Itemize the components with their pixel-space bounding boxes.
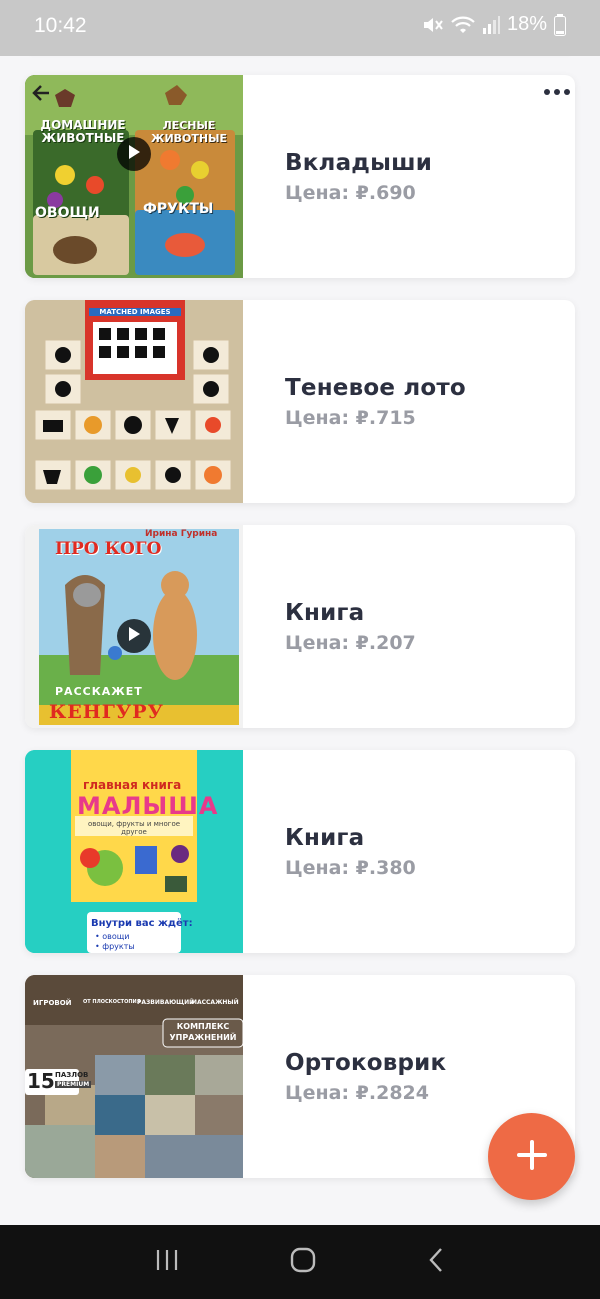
thumb-label-top-right: ЛЕСНЫЕ ЖИВОТНЫЕ bbox=[150, 119, 228, 145]
product-info: Вкладыши Цена: ₽.690 bbox=[243, 75, 432, 278]
mute-icon bbox=[422, 15, 444, 35]
tag-1: ИГРОВОЙ bbox=[33, 999, 72, 1007]
product-price: Цена: ₽.690 bbox=[285, 181, 416, 204]
home-icon[interactable] bbox=[289, 1246, 317, 1278]
battery-icon bbox=[554, 13, 566, 36]
status-time: 10:42 bbox=[34, 14, 87, 37]
inside-bullet-1: • овощи bbox=[95, 932, 130, 941]
puzzle-count: 15 bbox=[27, 1069, 55, 1093]
product-image: Ирина Гурина ПРО КОГО РАССКАЖЕТ КЕНГУРУ bbox=[25, 525, 243, 728]
book-title-big: МАЛЫША bbox=[77, 792, 219, 820]
product-image: ДОМАШНИЕ ЖИВОТНЫЕ ЛЕСНЫЕ ЖИВОТНЫЕ ОВОЩИ … bbox=[25, 75, 243, 278]
puzzle-count-label: ПАЗЛОВ bbox=[55, 1071, 89, 1079]
system-nav-bar bbox=[0, 1225, 600, 1299]
play-button[interactable] bbox=[117, 619, 151, 653]
product-price: Цена: ₽.207 bbox=[285, 631, 416, 654]
complex-badge: КОМПЛЕКС УПРАЖНЕНИЙ bbox=[169, 1022, 237, 1042]
product-card[interactable]: главная книга МАЛЫША овощи, фрукты и мно… bbox=[25, 750, 575, 953]
product-info: Теневое лото Цена: ₽.715 bbox=[243, 300, 466, 503]
product-image: ИГРОВОЙ ОТ ПЛОСКОСТОПИЯ РАЗВИВАЮЩИЙ МАСС… bbox=[25, 975, 243, 1178]
book-title-small: главная книга bbox=[83, 778, 182, 792]
play-icon bbox=[127, 144, 141, 164]
play-icon bbox=[127, 626, 141, 646]
inside-label: Внутри вас ждёт: bbox=[91, 918, 193, 929]
book-subtitle: овощи, фрукты и многое другое bbox=[87, 820, 181, 836]
plus-icon bbox=[516, 1139, 548, 1175]
book-title-mid: РАССКАЖЕТ bbox=[55, 685, 143, 698]
more-icon bbox=[543, 77, 571, 102]
thumb-label-bottom-left: ОВОЩИ bbox=[35, 205, 100, 221]
thumb-label-bottom-right: ФРУКТЫ bbox=[143, 201, 214, 217]
signal-icon bbox=[482, 15, 500, 35]
back-icon[interactable] bbox=[426, 1246, 446, 1278]
product-price: Цена: ₽.715 bbox=[285, 406, 416, 429]
product-card[interactable]: MATCHED IMAGES Теневое лото Цена: ₽.715 bbox=[25, 300, 575, 503]
product-info: Ортоковрик Цена: ₽.2824 bbox=[243, 975, 446, 1178]
product-title: Теневое лото bbox=[285, 374, 466, 401]
book-author: Ирина Гурина bbox=[145, 529, 218, 539]
add-button[interactable] bbox=[488, 1113, 575, 1200]
play-button[interactable] bbox=[117, 137, 151, 171]
product-image: MATCHED IMAGES bbox=[25, 300, 243, 503]
box-label: MATCHED IMAGES bbox=[89, 308, 181, 316]
product-card[interactable]: ДОМАШНИЕ ЖИВОТНЫЕ ЛЕСНЫЕ ЖИВОТНЫЕ ОВОЩИ … bbox=[25, 75, 575, 278]
product-image: главная книга МАЛЫША овощи, фрукты и мно… bbox=[25, 750, 243, 953]
product-title: Книга bbox=[285, 824, 365, 851]
product-info: Книга Цена: ₽.207 bbox=[243, 525, 416, 728]
book-title-top: ПРО КОГО bbox=[55, 539, 162, 559]
tag-2: ОТ ПЛОСКОСТОПИЯ bbox=[83, 999, 141, 1005]
status-icons: 18% bbox=[422, 13, 566, 36]
battery-percent: 18% bbox=[506, 13, 547, 35]
product-title: Ортоковрик bbox=[285, 1049, 447, 1076]
book-title-bottom: КЕНГУРУ bbox=[49, 701, 164, 723]
product-title: Книга bbox=[285, 599, 365, 626]
product-price: Цена: ₽.380 bbox=[285, 856, 416, 879]
premium-label: PREMIUM bbox=[55, 1081, 92, 1088]
inside-bullet-2: • фрукты bbox=[95, 942, 135, 951]
status-bar: 10:42 18% bbox=[0, 0, 600, 56]
thumb-label-top-left: ДОМАШНИЕ ЖИВОТНЫЕ bbox=[40, 118, 126, 145]
back-arrow-icon bbox=[31, 83, 51, 103]
more-options-button[interactable] bbox=[543, 85, 571, 96]
product-title: Вкладыши bbox=[285, 149, 433, 176]
wifi-icon bbox=[451, 15, 475, 35]
recent-apps-icon[interactable] bbox=[154, 1247, 180, 1277]
product-price: Цена: ₽.2824 bbox=[285, 1081, 429, 1104]
product-info: Книга Цена: ₽.380 bbox=[243, 750, 416, 953]
tag-4: МАССАЖНЫЙ bbox=[191, 999, 239, 1006]
product-card[interactable]: Ирина Гурина ПРО КОГО РАССКАЖЕТ КЕНГУРУ … bbox=[25, 525, 575, 728]
tag-3: РАЗВИВАЮЩИЙ bbox=[137, 999, 195, 1006]
